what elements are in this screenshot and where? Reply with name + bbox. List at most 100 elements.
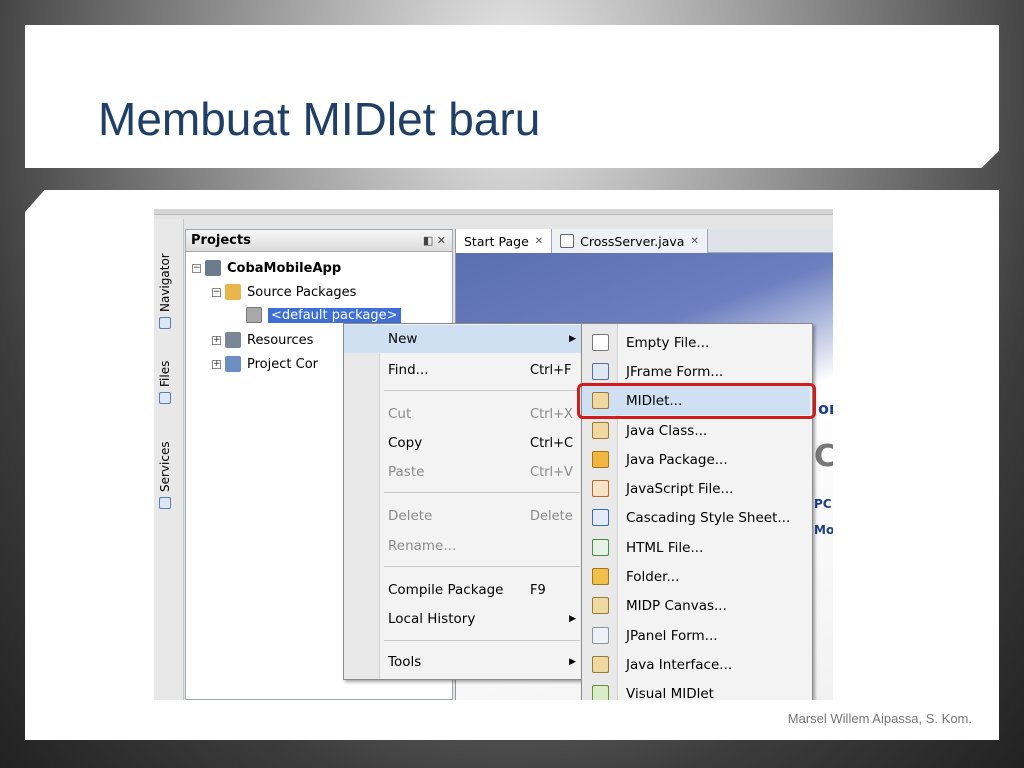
submenu-item-label: JavaScript File... xyxy=(626,480,734,497)
midlet-highlight-box xyxy=(577,383,816,419)
collapse-toggle-icon[interactable]: − xyxy=(212,287,221,297)
menu-item-label: Copy xyxy=(388,435,423,451)
tab-crossserver[interactable]: CrossServer.java ✕ xyxy=(552,229,708,253)
menu-item-shortcut: Ctrl+F xyxy=(530,362,572,378)
tab-files[interactable]: Files xyxy=(158,361,172,404)
submenu-item-java-interface[interactable]: Java Interface... xyxy=(582,650,812,679)
tab-services[interactable]: Services xyxy=(158,441,172,509)
submenu-item-label: HTML File... xyxy=(626,539,704,556)
menu-separator xyxy=(384,390,580,391)
jpanel-icon xyxy=(592,627,609,644)
menu-item-shortcut: Ctrl+X xyxy=(530,406,573,422)
submenu-item-label: Java Package... xyxy=(626,451,728,468)
menu-item-label: Find... xyxy=(388,362,429,378)
menu-separator xyxy=(384,566,580,567)
jframe-icon xyxy=(592,363,609,380)
tree-node-label: CobaMobileApp xyxy=(227,260,342,276)
tab-navigator[interactable]: Navigator xyxy=(158,253,172,329)
tree-node-label: Project Cor xyxy=(247,356,318,372)
package-icon xyxy=(246,307,262,323)
tab-files-label: Files xyxy=(158,360,172,387)
menu-separator xyxy=(384,640,580,641)
canvas-icon xyxy=(592,597,609,614)
submenu-item-label: JPanel Form... xyxy=(626,627,718,644)
submenu-item-label: Empty File... xyxy=(626,334,710,351)
resources-icon xyxy=(225,332,241,348)
javascript-icon xyxy=(592,480,609,497)
tree-node-default-package[interactable]: <default package> xyxy=(246,307,401,323)
expand-toggle-icon[interactable]: + xyxy=(212,335,221,345)
menu-item-label: Compile Package xyxy=(388,582,504,598)
tree-node-project[interactable]: − CobaMobileApp xyxy=(192,260,341,276)
submenu-item-jframe-form[interactable]: JFrame Form... xyxy=(582,357,812,386)
close-icon[interactable]: ✕ xyxy=(535,236,543,247)
context-menu: New ▶ Find... Ctrl+F Cut Ctrl+X Copy Ctr… xyxy=(343,323,583,680)
tree-node-project-config[interactable]: + Project Cor xyxy=(212,356,318,372)
submenu-item-empty-file[interactable]: Empty File... xyxy=(582,328,812,357)
menu-item-cut[interactable]: Cut Ctrl+X xyxy=(344,400,582,428)
ide-screenshot: Navigator Files Services Projects ◧ ✕ − … xyxy=(154,209,833,700)
navigator-icon xyxy=(159,317,171,329)
tab-label: CrossServer.java xyxy=(580,233,685,249)
menu-item-compile-package[interactable]: Compile Package F9 xyxy=(344,576,582,604)
menu-item-find[interactable]: Find... Ctrl+F xyxy=(344,356,582,384)
menu-item-paste[interactable]: Paste Ctrl+V xyxy=(344,458,582,486)
submenu-item-label: JFrame Form... xyxy=(626,363,724,380)
empty-file-icon xyxy=(592,334,609,351)
submenu-item-folder[interactable]: Folder... xyxy=(582,562,812,591)
css-icon xyxy=(592,509,609,526)
submenu-arrow-icon: ▶ xyxy=(569,657,576,667)
menu-item-local-history[interactable]: Local History ▶ xyxy=(344,605,582,633)
mobile-project-icon xyxy=(205,260,221,276)
menu-separator xyxy=(384,492,580,493)
tree-node-label: <default package> xyxy=(268,307,401,323)
tab-label: Start Page xyxy=(464,233,529,249)
menu-item-delete[interactable]: Delete Delete xyxy=(344,502,582,530)
submenu-arrow-icon: ▶ xyxy=(569,614,576,624)
menu-item-label: Delete xyxy=(388,508,433,524)
menu-item-shortcut: Ctrl+C xyxy=(530,435,574,451)
expand-toggle-icon[interactable]: + xyxy=(212,359,221,369)
submenu-item-midp-canvas[interactable]: MIDP Canvas... xyxy=(582,591,812,620)
submenu-item-visual-midlet[interactable]: Visual MIDlet xyxy=(582,679,812,700)
projects-header: Projects ◧ ✕ xyxy=(186,230,452,252)
side-tab-strip: Navigator Files Services xyxy=(154,219,184,700)
menu-item-label: New xyxy=(388,331,418,347)
submenu-item-jpanel-form[interactable]: JPanel Form... xyxy=(582,621,812,650)
folder-icon xyxy=(592,568,609,585)
source-packages-icon xyxy=(225,284,241,300)
collapse-toggle-icon[interactable]: − xyxy=(192,263,201,273)
submenu-item-javascript-file[interactable]: JavaScript File... xyxy=(582,474,812,503)
start-page-fragment: C xyxy=(814,439,833,474)
tree-node-label: Resources xyxy=(247,332,314,348)
menu-item-label: Local History xyxy=(388,611,476,627)
services-icon xyxy=(159,497,171,509)
submenu-item-label: Folder... xyxy=(626,568,680,585)
menu-item-copy[interactable]: Copy Ctrl+C xyxy=(344,429,582,457)
menu-item-label: Rename... xyxy=(388,538,457,554)
submenu-item-label: Visual MIDlet xyxy=(626,685,714,701)
submenu-item-label: Java Class... xyxy=(626,422,708,439)
menu-item-shortcut: F9 xyxy=(530,582,546,598)
java-file-icon xyxy=(560,234,575,248)
tree-node-resources[interactable]: + Resources xyxy=(212,332,313,348)
tree-node-label: Source Packages xyxy=(247,284,357,300)
java-class-icon xyxy=(592,422,609,439)
slide-title: Membuat MIDlet baru xyxy=(98,93,541,145)
menu-item-label: Cut xyxy=(388,406,412,422)
menu-item-new[interactable]: New ▶ xyxy=(344,325,582,353)
menu-item-tools[interactable]: Tools ▶ xyxy=(344,648,582,676)
submenu-item-java-class[interactable]: Java Class... xyxy=(582,416,812,445)
submenu-arrow-icon: ▶ xyxy=(569,334,576,344)
tree-node-source-packages[interactable]: − Source Packages xyxy=(212,284,356,300)
close-icon[interactable]: ✕ xyxy=(690,236,698,247)
submenu-item-java-package[interactable]: Java Package... xyxy=(582,445,812,474)
menu-item-rename[interactable]: Rename... xyxy=(344,532,582,560)
package-icon xyxy=(592,451,609,468)
panel-controls-icon[interactable]: ◧ ✕ xyxy=(423,234,446,247)
submenu-item-html-file[interactable]: HTML File... xyxy=(582,533,812,562)
submenu-item-css[interactable]: Cascading Style Sheet... xyxy=(582,503,812,532)
submenu-item-label: Cascading Style Sheet... xyxy=(626,509,791,526)
tab-start-page[interactable]: Start Page ✕ xyxy=(456,229,553,253)
toolbar xyxy=(154,209,833,215)
